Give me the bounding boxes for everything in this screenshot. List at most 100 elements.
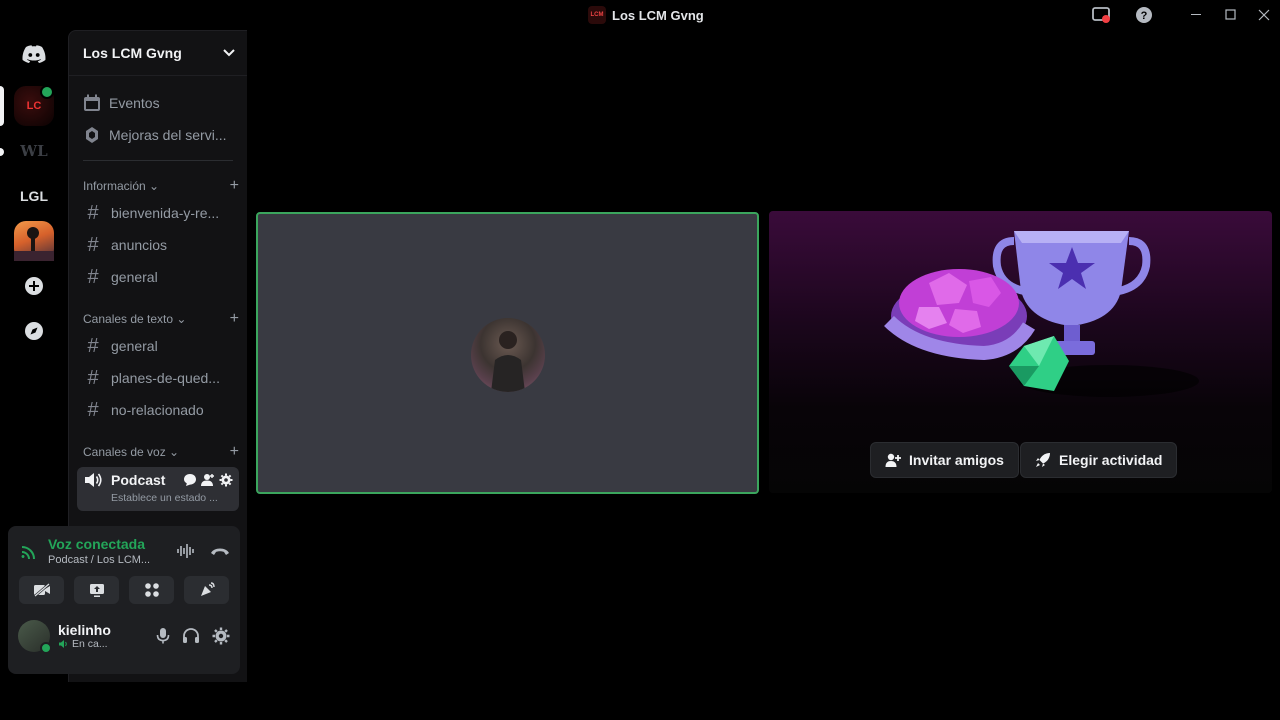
sidebar-item-label: Eventos: [109, 95, 160, 111]
sidebar-item-eventos[interactable]: Eventos: [77, 87, 239, 119]
voice-channel-name: Podcast: [111, 472, 166, 488]
invite-friends-label: Invitar amigos: [909, 452, 1004, 468]
choose-activity-button[interactable]: Elegir actividad: [1020, 442, 1178, 478]
soundboard-button[interactable]: [184, 576, 229, 604]
soundboard-icon: [200, 582, 215, 596]
title-bar: LCM Los LCM Gvng ?: [0, 0, 1280, 30]
hashtag-icon: #: [87, 334, 99, 357]
camera-off-icon: [33, 583, 50, 597]
server-sunset[interactable]: [14, 221, 54, 261]
avatar[interactable]: [18, 620, 52, 654]
hashtag-icon: #: [87, 201, 99, 224]
lcm-logo-icon: LCM: [588, 6, 606, 24]
screen-share-icon: [89, 583, 104, 597]
server-lgl[interactable]: LGL: [14, 176, 54, 216]
channel-no-relacionado[interactable]: # no-relacionado: [77, 394, 239, 426]
channel-planes[interactable]: # planes-de-qued...: [77, 362, 239, 394]
voice-connected-label[interactable]: Voz conectada: [48, 536, 176, 552]
channel-label: anuncios: [111, 237, 168, 253]
camera-button[interactable]: [19, 576, 64, 604]
server-wl[interactable]: WL: [14, 131, 54, 171]
chevron-down-icon: [223, 49, 235, 57]
guild-header[interactable]: Los LCM Gvng: [69, 31, 247, 76]
unread-indicator: [0, 148, 4, 156]
plus-icon: [25, 277, 43, 295]
inbox-icon[interactable]: [1091, 5, 1111, 25]
discover-button[interactable]: [14, 311, 54, 351]
activity-tile: Invitar amigos Elegir actividad: [769, 211, 1272, 493]
microphone-icon[interactable]: [156, 627, 170, 645]
channel-bienvenida[interactable]: # bienvenida-y-re...: [77, 197, 239, 229]
section-canales-de-voz[interactable]: Canales de voz ⌄ +: [83, 441, 239, 463]
section-title: Información: [83, 179, 146, 193]
calendar-icon: [84, 94, 100, 111]
discord-icon: [22, 45, 46, 63]
maximize-icon[interactable]: [1221, 5, 1241, 25]
minimize-icon[interactable]: [1187, 5, 1207, 25]
channel-anuncios[interactable]: # anuncios: [77, 229, 239, 261]
rocket-icon: [1036, 453, 1050, 467]
hashtag-icon: #: [87, 233, 99, 256]
hashtag-icon: #: [87, 366, 99, 389]
add-server-button[interactable]: [14, 266, 54, 306]
channel-general-info[interactable]: # general: [77, 261, 239, 293]
user-status-row: En ca...: [58, 638, 156, 650]
window-title: Los LCM Gvng: [612, 7, 704, 23]
sidebar-item-label: Mejoras del servi...: [109, 127, 227, 143]
sidebar-item-boosts[interactable]: Mejoras del servi...: [77, 119, 239, 151]
voice-connection: Voz conectada Podcast / Los LCM...: [8, 526, 240, 570]
headphones-icon[interactable]: [182, 627, 200, 645]
channel-label: no-relacionado: [111, 402, 204, 418]
add-member-icon[interactable]: [201, 473, 215, 487]
activities-icon: [144, 583, 159, 597]
noise-suppression-icon[interactable]: [176, 543, 196, 559]
add-channel-icon[interactable]: +: [230, 310, 239, 328]
user-status-text: En ca...: [72, 638, 108, 650]
sunset-server-icon: [14, 227, 54, 261]
channel-label: general: [111, 269, 158, 285]
section-canales-de-texto[interactable]: Canales de texto ⌄ +: [83, 308, 239, 330]
user-name[interactable]: kielinho: [58, 622, 156, 638]
activities-button[interactable]: [129, 576, 174, 604]
close-icon[interactable]: [1254, 5, 1274, 25]
invite-friends-button[interactable]: Invitar amigos: [870, 442, 1019, 478]
guild-name: Los LCM Gvng: [83, 45, 182, 61]
section-title: Canales de voz: [83, 445, 166, 459]
channel-general[interactable]: # general: [77, 330, 239, 362]
svg-text:?: ?: [1141, 10, 1148, 22]
speaker-icon: [85, 473, 102, 487]
voice-channel-status[interactable]: Establece un estado ...: [111, 492, 233, 504]
screen-share-button[interactable]: [74, 576, 119, 604]
window-title-group: LCM Los LCM Gvng: [588, 6, 704, 24]
divider: [83, 160, 233, 161]
voice-connected-channel[interactable]: Podcast / Los LCM...: [48, 554, 176, 566]
channel-label: planes-de-qued...: [111, 370, 220, 386]
add-channel-icon[interactable]: +: [230, 443, 239, 461]
add-channel-icon[interactable]: +: [230, 177, 239, 195]
choose-activity-label: Elegir actividad: [1059, 452, 1163, 468]
user-panel: Voz conectada Podcast / Los LCM... kieli…: [8, 526, 240, 674]
server-lgl-label: LGL: [20, 188, 48, 204]
active-server-indicator: [0, 86, 4, 126]
participant-tile[interactable]: [256, 212, 759, 494]
voice-controls: [8, 570, 240, 610]
voice-active-icon: [40, 85, 54, 99]
boost-icon: [86, 127, 98, 143]
help-icon[interactable]: ?: [1134, 5, 1154, 25]
gear-icon[interactable]: [219, 473, 233, 487]
section-title-group: Canales de texto ⌄: [83, 312, 187, 326]
signal-icon[interactable]: [20, 541, 40, 561]
voice-stage: Invitar amigos Elegir actividad: [247, 30, 1280, 682]
section-title-group: Información ⌄: [83, 179, 160, 193]
channel-label: bienvenida-y-re...: [111, 205, 220, 221]
chat-icon[interactable]: [183, 473, 197, 487]
disconnect-icon[interactable]: [210, 545, 230, 557]
home-button[interactable]: [14, 34, 54, 74]
compass-icon: [25, 322, 43, 340]
channel-label: general: [111, 338, 158, 354]
user-row: kielinho En ca...: [8, 610, 240, 654]
section-informacion[interactable]: Información ⌄ +: [83, 175, 239, 197]
hashtag-icon: #: [87, 398, 99, 421]
voice-channel-podcast[interactable]: Podcast Establece un estado ...: [77, 467, 239, 511]
settings-icon[interactable]: [212, 627, 230, 645]
